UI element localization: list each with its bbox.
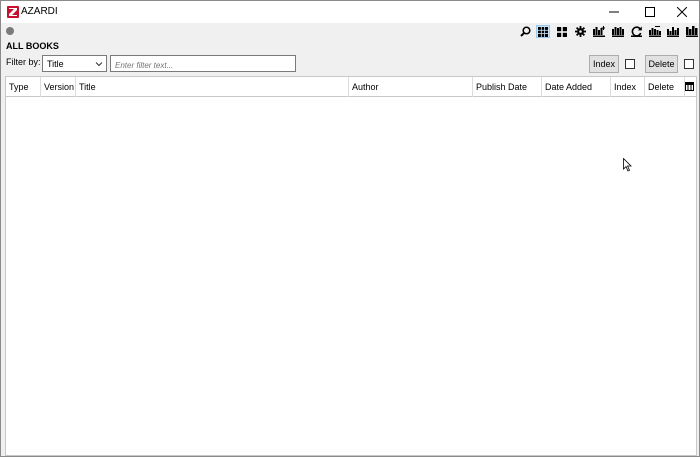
gear-icon[interactable] bbox=[573, 25, 587, 38]
mouse-cursor-icon bbox=[623, 158, 632, 172]
window-title: AZARDI bbox=[21, 6, 58, 17]
delete-button[interactable]: Delete bbox=[645, 55, 678, 73]
column-header-index[interactable]: Index bbox=[611, 77, 645, 97]
filter-text-input[interactable] bbox=[110, 55, 296, 72]
filter-by-select[interactable]: Title bbox=[42, 55, 107, 72]
index-button[interactable]: Index bbox=[589, 55, 619, 73]
library-sort-icon[interactable] bbox=[666, 25, 680, 38]
filter-label: Filter by: bbox=[6, 57, 41, 67]
column-header-title[interactable]: Title bbox=[76, 77, 349, 97]
app-window: AZARDI ALL BOOKS Filter by: Title Enter … bbox=[0, 0, 700, 457]
column-header-version[interactable]: Version bbox=[41, 77, 76, 97]
minimize-button[interactable] bbox=[597, 1, 631, 23]
library-remove-icon[interactable] bbox=[648, 25, 662, 38]
filter-by-selected-value: Title bbox=[47, 59, 64, 69]
column-header-publish-date[interactable]: Publish Date bbox=[473, 77, 542, 97]
column-header-author[interactable]: Author bbox=[349, 77, 473, 97]
bookshelf-icon[interactable] bbox=[685, 25, 699, 38]
grid-view-icon[interactable] bbox=[555, 25, 569, 38]
list-view-icon[interactable] bbox=[536, 25, 550, 38]
library-import-icon[interactable] bbox=[611, 25, 625, 38]
chevron-down-icon bbox=[95, 62, 103, 67]
maximize-button[interactable] bbox=[633, 1, 667, 23]
page-title: ALL BOOKS bbox=[6, 41, 59, 51]
delete-select-all-checkbox[interactable] bbox=[684, 59, 694, 69]
sync-icon[interactable] bbox=[629, 25, 643, 38]
close-button[interactable] bbox=[665, 1, 699, 23]
table-header: Type Version Title Author Publish Date D… bbox=[6, 77, 696, 97]
search-icon[interactable] bbox=[518, 25, 532, 38]
toolbar bbox=[1, 23, 699, 39]
column-header-type[interactable]: Type bbox=[6, 77, 41, 97]
azardi-logo-icon bbox=[7, 6, 19, 18]
column-header-date-added[interactable]: Date Added bbox=[542, 77, 611, 97]
index-select-all-checkbox[interactable] bbox=[625, 59, 635, 69]
column-header-delete[interactable]: Delete bbox=[645, 77, 685, 97]
column-chooser-icon[interactable] bbox=[685, 82, 695, 92]
status-indicator-icon bbox=[6, 27, 14, 35]
title-bar[interactable]: AZARDI bbox=[1, 1, 699, 23]
books-table: Type Version Title Author Publish Date D… bbox=[5, 76, 697, 456]
library-add-icon[interactable] bbox=[592, 25, 606, 38]
